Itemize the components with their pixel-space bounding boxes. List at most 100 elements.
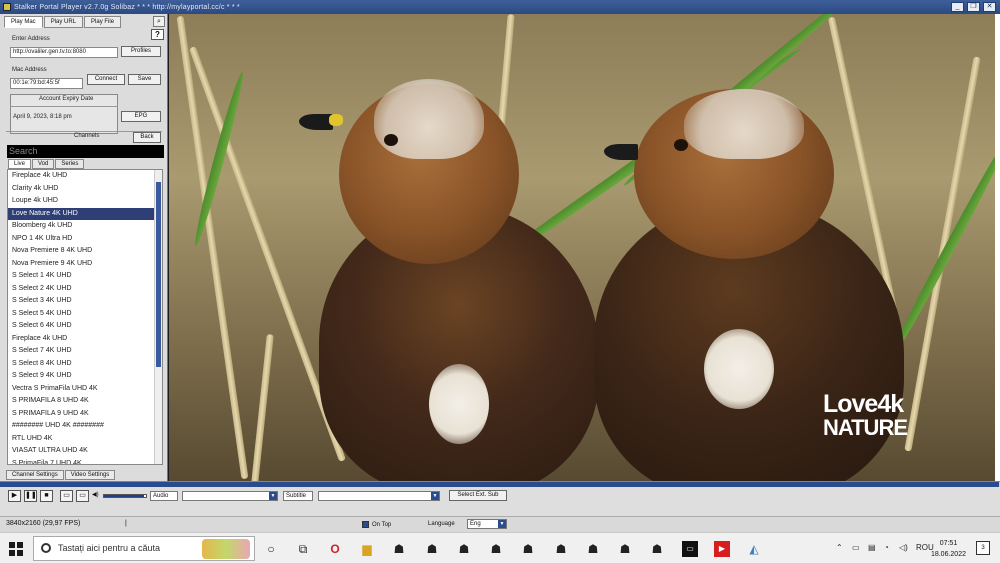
channel-list-scrollbar[interactable] (154, 170, 162, 464)
channel-list-item[interactable]: S Select 5 4K UHD (8, 308, 162, 321)
channels-label: Channels (74, 133, 100, 139)
file-explorer-icon[interactable]: ▆ (359, 541, 375, 557)
network-icon[interactable]: ▤ (868, 543, 876, 552)
channel-list-item[interactable]: S Select 3 4K UHD (8, 295, 162, 308)
subtitle-label: Subtitle (283, 491, 313, 501)
profiles-button[interactable]: Profiles (121, 46, 161, 57)
language-select[interactable]: Eng ▼ (467, 519, 507, 529)
terminal-icon[interactable]: ▭ (682, 541, 698, 557)
minimize-button[interactable]: _ (951, 2, 964, 12)
channel-list-item[interactable]: Fireplace 4k UHD (8, 333, 162, 346)
app-spy-icon[interactable]: ☗ (617, 541, 633, 557)
app-spy-icon[interactable]: ☗ (585, 541, 601, 557)
pause-button[interactable]: ❚❚ (24, 490, 37, 502)
pip-button[interactable]: ▭ (60, 490, 73, 502)
cortana-icon[interactable]: ○ (263, 541, 279, 557)
player-icon[interactable]: ▶ (714, 541, 730, 557)
save-button[interactable]: Save (128, 74, 161, 85)
divider (10, 106, 118, 107)
app-icon[interactable]: ◭ (746, 541, 762, 557)
volume-icon[interactable]: ◁) (899, 543, 908, 552)
epg-button[interactable]: EPG (121, 111, 161, 122)
tab-play-url[interactable]: Play URL (43, 16, 84, 28)
language-label: Language (428, 521, 455, 527)
opera-icon[interactable]: O (327, 541, 343, 557)
volume-icon[interactable]: ◀) (92, 491, 99, 498)
player-controls: ▶ ❚❚ ■ ▭ ▭ ◀) Audio ▼ Subtitle ▼ Select … (0, 487, 1000, 517)
channel-list-item[interactable]: S Select 9 4K UHD (8, 370, 162, 383)
channel-list-item[interactable]: S Select 6 4K UHD (8, 320, 162, 333)
search-icon[interactable]: ⌕ (153, 16, 165, 27)
channel-list-item[interactable]: S PRIMAFILA 9 UHD 4K (8, 408, 162, 421)
channel-list-item[interactable]: ######## UHD 4K ######## (8, 420, 162, 433)
stop-button[interactable]: ■ (40, 490, 53, 502)
channel-watermark: Love4k NATURE (823, 392, 908, 439)
portal-url-field[interactable]: http://ovaliler.gen.tv.to:8080 (10, 47, 118, 58)
channel-list-item[interactable]: S Select 7 4K UHD (8, 345, 162, 358)
subtitle-select[interactable]: ▼ (318, 491, 440, 501)
tab-play-file[interactable]: Play File (84, 16, 122, 28)
channel-list-item[interactable]: S PrimaFila 7 UHD 4K (8, 458, 162, 465)
status-bar: 3840x2160 (29,97 FPS) | On Top Language … (0, 517, 1000, 532)
on-top-toggle[interactable]: On Top (362, 521, 391, 528)
connect-button[interactable]: Connect (87, 74, 125, 85)
audio-select[interactable]: ▼ (182, 491, 278, 501)
notification-icon[interactable]: 3 (976, 541, 990, 555)
wifi-icon[interactable]: ◔ (884, 543, 889, 552)
video-display[interactable]: Love4k NATURE (169, 14, 995, 481)
tab-live[interactable]: Live (8, 159, 32, 169)
app-spy-icon[interactable]: ☗ (456, 541, 472, 557)
on-top-checkbox[interactable] (362, 521, 369, 528)
channel-list-item[interactable]: Clarity 4k UHD (8, 183, 162, 196)
mac-address-field[interactable]: 00:1e:79:bd:45:5f (10, 78, 83, 89)
channel-list-item[interactable]: Bloomberg 4k UHD (8, 220, 162, 233)
volume-slider[interactable] (103, 494, 147, 498)
channel-list[interactable]: Fireplace 4k UHD Clarity 4k UHD Loupe 4k U… (7, 169, 163, 465)
app-spy-icon[interactable]: ☗ (424, 541, 440, 557)
expiry-value: April 9, 2023, 8:18 pm (13, 114, 72, 120)
channel-list-item[interactable]: S Select 1 4K UHD (8, 270, 162, 283)
fullscreen-button[interactable]: ▭ (76, 490, 89, 502)
app-spy-icon[interactable]: ☗ (649, 541, 665, 557)
play-button[interactable]: ▶ (8, 490, 21, 502)
audio-label: Audio (150, 491, 178, 501)
app-spy-icon[interactable]: ☗ (520, 541, 536, 557)
chevron-down-icon: ▼ (498, 520, 506, 528)
left-panel: Play Mac Play URL Play File ⌕ ? Enter Ad… (0, 14, 168, 482)
channel-list-item[interactable]: Fireplace 4k UHD (8, 170, 162, 183)
back-button[interactable]: Back (133, 132, 161, 143)
battery-icon[interactable]: ▭ (852, 543, 860, 552)
channel-list-item[interactable]: VIASAT ULTRA UHD 4K (8, 445, 162, 458)
channel-list-item[interactable]: NPO 1 4K Ultra HD (8, 233, 162, 246)
help-button[interactable]: ? (151, 29, 164, 40)
windows-start-icon[interactable] (9, 542, 23, 556)
channel-list-item[interactable]: S Select 2 4K UHD (8, 283, 162, 296)
task-view-icon[interactable]: ⧉ (295, 541, 311, 557)
taskbar-search-input[interactable]: Tastați aici pentru a căuta (33, 536, 255, 561)
channel-list-item[interactable]: Love Nature 4K UHD (8, 207, 162, 220)
channel-list-item[interactable]: Nova Premiere 8 4K UHD (8, 245, 162, 258)
maximize-button[interactable]: ❐ (967, 2, 980, 12)
tab-series[interactable]: Series (55, 159, 85, 169)
channel-list-item[interactable]: S Select 8 4K UHD (8, 358, 162, 371)
channel-list-item[interactable]: Loupe 4k UHD (8, 195, 162, 208)
app-spy-icon[interactable]: ☗ (488, 541, 504, 557)
channel-list-item[interactable]: S PRIMAFILA 8 UHD 4K (8, 395, 162, 408)
channel-list-item[interactable]: Nova Premiere 9 4K UHD (8, 258, 162, 271)
channel-search-input[interactable]: Search (7, 145, 164, 158)
on-top-label: On Top (372, 521, 392, 528)
tab-video-settings[interactable]: Video Settings (64, 470, 116, 480)
clock[interactable]: 07:51 18.06.2022 (931, 538, 966, 560)
channel-list-item[interactable]: RTL UHD 4K (8, 433, 162, 446)
close-button[interactable]: ✕ (983, 2, 996, 12)
tab-play-mac[interactable]: Play Mac (4, 16, 43, 28)
tab-vod[interactable]: Vod (32, 159, 55, 169)
chevron-up-icon[interactable]: ⌃ (836, 543, 843, 552)
portal-label: Enter Address (12, 36, 50, 42)
app-spy-icon[interactable]: ☗ (391, 541, 407, 557)
select-ext-sub-button[interactable]: Select Ext. Sub (449, 490, 507, 501)
scrollbar-thumb[interactable] (156, 182, 161, 367)
app-spy-icon[interactable]: ☗ (553, 541, 569, 557)
channel-list-item[interactable]: Vectra S PrimaFila UHD 4K (8, 383, 162, 396)
tab-channel-settings[interactable]: Channel Settings (6, 470, 64, 480)
